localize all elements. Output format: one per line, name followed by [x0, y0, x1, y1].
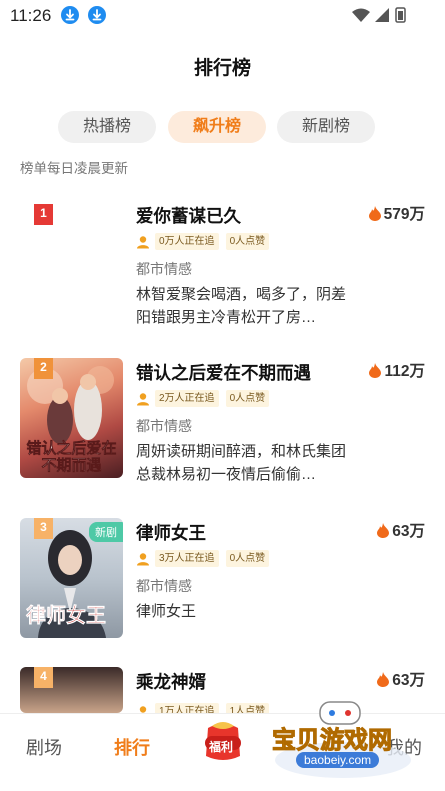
item-title: 乘龙神婿: [136, 672, 206, 692]
item-description: 周妍读研期间醉酒，和林氏集团总裁林易初一夜情后偷偷…: [136, 443, 347, 483]
flame-icon: [377, 671, 390, 687]
rank-badge: 1: [34, 204, 53, 230]
item-genre: 都市情感: [136, 578, 192, 594]
likes-badge: 0人点赞: [225, 550, 270, 567]
watermark-text: 宝贝游戏网: [272, 727, 393, 755]
heat-count: 63万: [377, 519, 425, 541]
tab-rising[interactable]: 飙升榜: [168, 111, 266, 143]
nav-welfare[interactable]: 福利: [200, 718, 246, 764]
rank-badge: 2: [34, 358, 53, 379]
tab-hot[interactable]: 热播榜: [58, 111, 156, 143]
user-icon: [137, 235, 149, 248]
list-item[interactable]: 错认之后爱在不期而遇 2 错认之后爱在不期而遇 112万 2万人正在追 0人点赞…: [0, 358, 445, 498]
welfare-label: 福利: [209, 740, 234, 754]
item-title: 爱你蓄谋已久: [136, 206, 241, 226]
watching-badge: 0万人正在追: [155, 233, 219, 250]
item-genre: 都市情感: [136, 418, 192, 434]
item-badges: 2万人正在追 0人点赞: [136, 390, 276, 407]
download-icon: [88, 6, 106, 24]
item-title: 错认之后爱在不期而遇: [136, 363, 311, 383]
item-title: 律师女王: [136, 523, 206, 543]
heat-count: 112万: [369, 359, 425, 381]
flame-icon: [369, 362, 382, 378]
update-note: 榜单每日凌晨更新: [20, 161, 128, 176]
heat-count: 63万: [377, 668, 425, 690]
rank-badge: 3: [34, 518, 53, 539]
rank-badge: 4: [34, 667, 53, 688]
flame-icon: [377, 522, 390, 538]
item-badges: 0万人正在追 0人点赞: [136, 233, 276, 250]
item-description: 林智爱聚会喝酒，喝多了，阴差阳错跟男主冷青松开了房…: [136, 286, 347, 326]
list-item[interactable]: 律师女王 3 新剧 律师女王 63万 3万人正在追 0人点赞 都市情感 律师女王: [0, 518, 445, 658]
item-genre: 都市情感: [136, 261, 192, 277]
status-time: 11:26: [10, 6, 52, 25]
likes-badge: 0人点赞: [225, 233, 270, 250]
list-item[interactable]: 1 爱你蓄谋已久 579万 0万人正在追 0人点赞 都市情感 林智爱聚会喝酒，喝…: [0, 201, 445, 341]
new-badge: 新剧: [89, 522, 123, 542]
likes-badge: 0人点赞: [225, 390, 270, 407]
ranking-tabs: 热播榜 飙升榜 新剧榜: [0, 111, 445, 143]
cover-image: 错认之后爱在不期而遇 2: [20, 358, 123, 478]
user-icon: [137, 552, 149, 565]
user-icon: [137, 392, 149, 405]
watching-badge: 3万人正在追: [155, 550, 219, 567]
heat-count: 579万: [368, 202, 425, 224]
flame-icon: [368, 205, 381, 221]
system-status-icons: [352, 7, 406, 23]
status-bar: 11:26: [0, 0, 445, 30]
cover-image: 4: [20, 667, 123, 713]
nav-theater[interactable]: 剧场: [26, 734, 62, 760]
nav-ranking[interactable]: 排行: [114, 734, 150, 760]
watching-badge: 2万人正在追: [155, 390, 219, 407]
cover-title-text: 错认之后爱在不期而遇: [26, 440, 117, 475]
tab-new[interactable]: 新剧榜: [277, 111, 375, 143]
item-badges: 3万人正在追 0人点赞: [136, 550, 276, 567]
item-description: 律师女王: [136, 603, 197, 620]
cover-title-text: 律师女王: [26, 605, 107, 628]
download-icon: [61, 6, 79, 24]
cover-image: 律师女王 3 新剧: [20, 518, 123, 638]
watermark-url: baobeiy.com: [296, 752, 380, 768]
page-title: 排行榜: [193, 58, 251, 79]
